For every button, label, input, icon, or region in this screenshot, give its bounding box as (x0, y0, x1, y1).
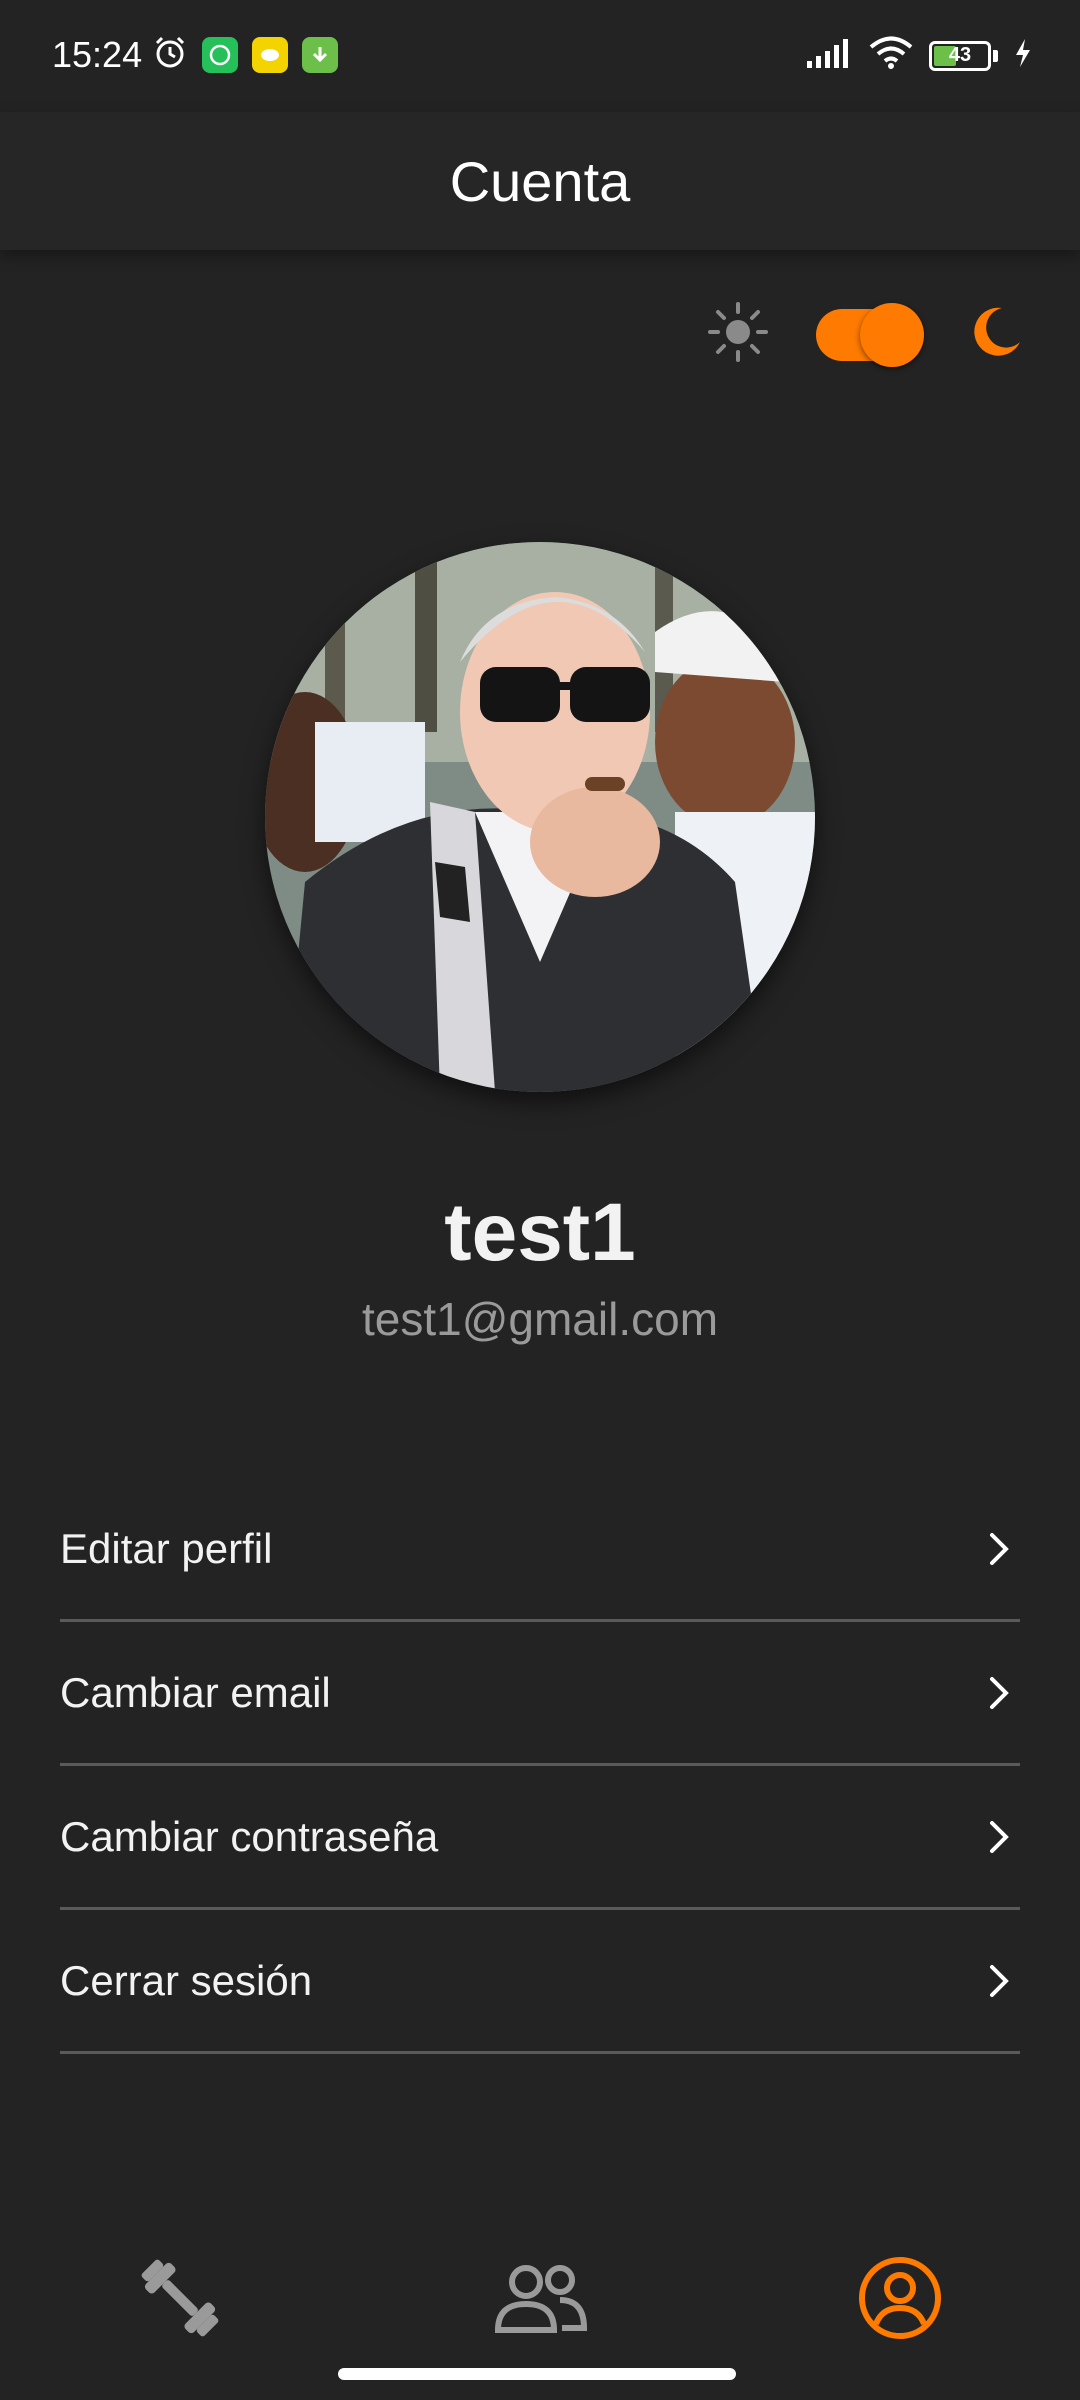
whatsapp-icon (202, 36, 238, 73)
dumbbell-icon (132, 2250, 228, 2351)
menu-item-label: Cambiar contraseña (60, 1812, 439, 1860)
home-indicator[interactable] (338, 2368, 736, 2380)
wifi-icon (869, 36, 913, 75)
chevron-right-icon (980, 1817, 1020, 1857)
battery-percent: 43 (948, 44, 972, 66)
edit-profile-item[interactable]: Editar perfil (60, 1478, 1020, 1622)
sun-icon[interactable] (706, 300, 770, 369)
chevron-right-icon (980, 1529, 1020, 1569)
status-bar: 15:24 43 (0, 0, 1080, 112)
nav-account[interactable] (810, 2240, 990, 2360)
account-circle-icon (856, 2254, 944, 2347)
page-title: Cuenta (449, 149, 631, 213)
toggle-knob (860, 302, 924, 367)
menu-item-label: Editar perfil (60, 1524, 273, 1572)
avatar[interactable] (265, 542, 815, 1092)
charging-icon (1014, 38, 1032, 73)
app-header: Cuenta (0, 112, 1080, 250)
menu-item-label: Cerrar sesión (60, 1956, 313, 2004)
theme-toggle-row (706, 300, 1024, 369)
alarm-icon (152, 34, 188, 75)
user-name: test1 (444, 1187, 636, 1278)
messaging-app-icon (252, 36, 288, 73)
chevron-right-icon (980, 1673, 1020, 1713)
chevron-right-icon (980, 1961, 1020, 2001)
change-password-item[interactable]: Cambiar contraseña (60, 1766, 1020, 1910)
logout-item[interactable]: Cerrar sesión (60, 1910, 1020, 2054)
user-email: test1@gmail.com (361, 1293, 719, 1345)
people-icon (490, 2258, 590, 2343)
nav-community[interactable] (450, 2240, 630, 2360)
account-menu: Editar perfil Cambiar email Cambiar cont… (60, 1478, 1020, 2054)
bottom-navigation (0, 2230, 1080, 2370)
download-icon (302, 36, 338, 73)
change-email-item[interactable]: Cambiar email (60, 1622, 1020, 1766)
status-time: 15:24 (52, 34, 143, 75)
nav-workouts[interactable] (90, 2240, 270, 2360)
moon-icon[interactable] (964, 302, 1024, 367)
battery-icon: 43 (929, 40, 991, 71)
signal-icon (805, 37, 853, 74)
menu-item-label: Cambiar email (60, 1668, 331, 1716)
dark-mode-toggle[interactable] (816, 302, 924, 367)
